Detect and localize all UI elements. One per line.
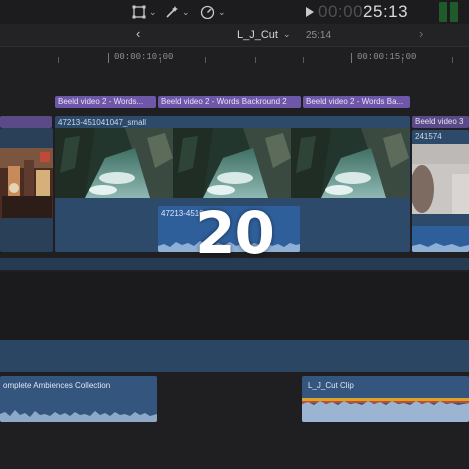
audio-waveform xyxy=(302,398,469,422)
title-clip[interactable]: Beeld video 3 xyxy=(412,116,469,128)
clip-name: 241574 xyxy=(415,132,442,141)
project-duration: 25:14 xyxy=(306,30,332,41)
back-arrow-icon[interactable]: ‹ xyxy=(136,26,140,41)
transform-tool-button[interactable]: ⌄ xyxy=(132,2,157,22)
chevron-down-icon: ⌄ xyxy=(149,6,157,17)
title-clip[interactable]: Beeld video 2 - Words Ba... xyxy=(303,96,410,108)
clip-name: omplete Ambiences Collection xyxy=(3,381,111,390)
timecode-dim: 00:00 xyxy=(318,2,364,21)
project-bar xyxy=(0,24,469,47)
play-icon[interactable] xyxy=(306,7,314,17)
chevron-down-icon: ⌄ xyxy=(218,6,226,17)
audio-meter-left xyxy=(439,2,447,22)
timecode-display[interactable]: 00:00 25:13 xyxy=(306,0,408,24)
audio-clip[interactable]: L_J_Cut Clip xyxy=(302,376,469,422)
magic-wand-icon xyxy=(166,6,178,18)
audio-waveform xyxy=(0,410,157,422)
title-clip-left[interactable] xyxy=(0,116,52,128)
transform-icon xyxy=(132,5,146,19)
timecode-bright: 25:13 xyxy=(363,2,409,21)
video-filmstrip xyxy=(55,128,409,198)
forward-arrow-icon[interactable]: › xyxy=(419,26,423,41)
title-clip[interactable]: Beeld video 2 - Words... xyxy=(55,96,156,108)
retime-tool-button[interactable]: ⌄ xyxy=(200,2,226,22)
audio-meters[interactable] xyxy=(439,2,463,22)
ruler-label: 00:00:15:00 xyxy=(357,52,417,62)
clip-name: 47213-451041047_small xyxy=(58,118,147,127)
audio-clip[interactable]: omplete Ambiences Collection xyxy=(0,376,157,422)
effects-tool-button[interactable]: ⌄ xyxy=(165,2,190,22)
chevron-down-icon: ⌄ xyxy=(182,6,190,17)
project-name[interactable]: L_J_Cut xyxy=(237,29,278,41)
title-clip[interactable]: Beeld video 2 - Words Backround 2 xyxy=(158,96,301,108)
ruler-label: 00:00:10:00 xyxy=(114,52,174,62)
timeline-lane xyxy=(0,340,469,372)
chevron-down-icon[interactable]: ⌄ xyxy=(283,29,291,40)
speed-gauge-icon xyxy=(200,5,215,19)
overlay-number: 20 xyxy=(195,199,275,267)
timeline-gap xyxy=(0,272,469,340)
audio-meter-right xyxy=(450,2,458,22)
